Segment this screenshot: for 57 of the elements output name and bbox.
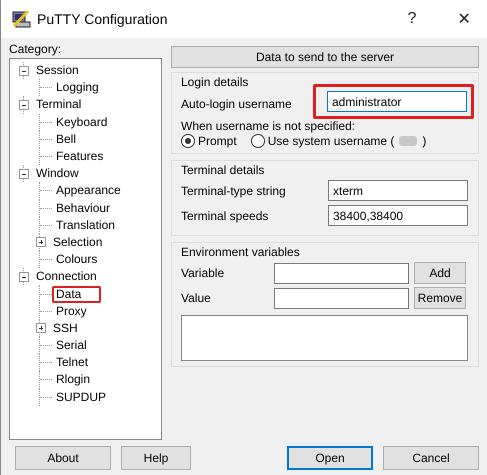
- tree-item[interactable]: Terminal: [32, 96, 86, 114]
- field-label: Terminal speeds: [181, 208, 268, 222]
- group-title: Login details: [181, 75, 250, 89]
- tree-item[interactable]: Rlogin: [52, 371, 94, 388]
- collapse-icon[interactable]: [19, 272, 29, 282]
- computer-icon: [11, 9, 31, 29]
- help-button[interactable]: ?: [389, 0, 435, 38]
- open-button[interactable]: Open: [287, 446, 373, 470]
- field-label: Auto-login username: [181, 96, 292, 110]
- category-label: Category:: [9, 42, 62, 58]
- tree-item[interactable]: Selection: [49, 234, 106, 251]
- tree-item[interactable]: Features: [52, 148, 108, 166]
- tree-item[interactable]: Behaviour: [52, 200, 114, 217]
- help-button[interactable]: Help: [121, 446, 191, 470]
- window-title: PuTTY Configuration: [37, 11, 168, 27]
- tree-item[interactable]: Translation: [52, 216, 119, 234]
- input-field[interactable]: 38400,38400: [328, 205, 468, 226]
- tree-item[interactable]: Appearance: [52, 182, 125, 200]
- radio-circle[interactable]: [181, 134, 195, 148]
- tree-item[interactable]: Serial: [52, 337, 91, 354]
- tree-item[interactable]: Keyboard: [52, 114, 112, 131]
- collapse-icon[interactable]: [19, 66, 29, 76]
- collapse-icon[interactable]: [19, 100, 29, 110]
- tree-item[interactable]: Window: [32, 165, 83, 182]
- input-field[interactable]: [274, 262, 409, 284]
- input-field[interactable]: [274, 288, 409, 308]
- tree-item[interactable]: Connection: [32, 268, 101, 286]
- field-label: Value: [181, 291, 212, 305]
- close-button[interactable]: ✕: [441, 0, 487, 38]
- tree-item[interactable]: SUPDUP: [52, 388, 110, 406]
- add-button[interactable]: Add: [414, 262, 466, 284]
- tree-item[interactable]: Bell: [52, 130, 80, 148]
- tree-item[interactable]: Logging: [52, 79, 103, 96]
- radio-circle[interactable]: [250, 134, 265, 148]
- about-button[interactable]: About: [15, 446, 111, 470]
- field-label: Terminal-type string: [181, 184, 286, 198]
- input-field[interactable]: administrator: [327, 91, 467, 112]
- tree-item[interactable]: SSH: [49, 320, 82, 337]
- tree-item[interactable]: Colours: [52, 251, 102, 268]
- option-label: When username is not specified:: [181, 119, 356, 133]
- field-label: Variable: [181, 266, 226, 280]
- radio-option[interactable]: Use system username ( ): [250, 134, 426, 148]
- tree-item[interactable]: Data: [52, 286, 102, 303]
- radio-option[interactable]: Prompt: [181, 134, 237, 148]
- group-title: Environment variables: [181, 245, 301, 259]
- tree-item[interactable]: Proxy: [52, 302, 91, 320]
- input-field[interactable]: xterm: [328, 180, 468, 201]
- panel-header: Data to send to the server: [171, 46, 479, 68]
- tree-item[interactable]: Telnet: [52, 354, 92, 372]
- tree-item[interactable]: Session: [32, 62, 83, 80]
- expand-icon[interactable]: [36, 323, 46, 334]
- expand-icon[interactable]: [36, 237, 46, 248]
- group-title: Terminal details: [181, 163, 266, 177]
- collapse-icon[interactable]: [19, 168, 29, 179]
- cancel-button[interactable]: Cancel: [383, 446, 479, 470]
- variables-list[interactable]: [181, 315, 468, 361]
- remove-button[interactable]: Remove: [414, 287, 466, 309]
